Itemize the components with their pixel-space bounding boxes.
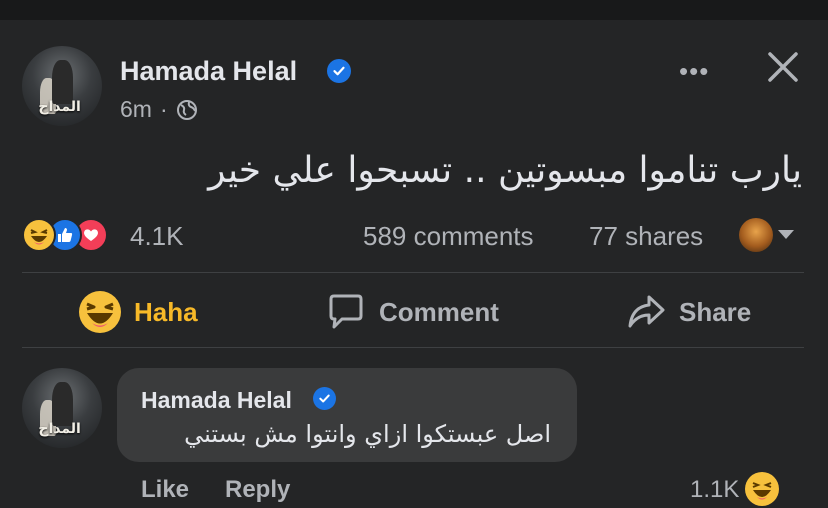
share-label: Share	[679, 296, 752, 327]
comment-text: اصل عبستكوا ازاي وانتوا مش بستني	[184, 420, 551, 448]
avatar-figure	[52, 60, 74, 105]
verified-badge-icon	[313, 387, 336, 410]
haha-button[interactable]: Haha	[78, 290, 198, 334]
comment-reply-button[interactable]: Reply	[225, 476, 290, 504]
comment-reaction-count[interactable]: 1.1K	[690, 476, 739, 504]
post-time[interactable]: 6m	[120, 96, 152, 123]
comment-author-name[interactable]: Hamada Helal	[141, 387, 292, 414]
comment-author-avatar[interactable]: المداح	[22, 368, 102, 448]
comment-bubble[interactable]: اصل عبستكوا ازاي وانتوا مش بستني	[117, 368, 577, 462]
shares-count[interactable]: 77 shares	[589, 221, 703, 252]
comment-label: Comment	[379, 296, 499, 327]
reaction-count[interactable]: 4.1K	[130, 221, 184, 252]
haha-label: Haha	[134, 296, 198, 327]
avatar-logo-text: المداح	[38, 98, 81, 115]
share-icon	[625, 291, 667, 333]
comment-like-button[interactable]: Like	[141, 476, 189, 504]
haha-icon	[22, 218, 56, 252]
avatar-logo-text: المداح	[38, 420, 81, 437]
comments-count[interactable]: 589 comments	[363, 221, 534, 252]
post-author-avatar[interactable]: المداح	[22, 46, 102, 126]
globe-icon	[176, 99, 198, 121]
comment-icon	[325, 291, 367, 333]
divider-top	[22, 272, 804, 273]
post-text: يارب تناموا مبسوتين .. تسبحوا علي خير	[208, 150, 802, 191]
post-meta: 6m ·	[120, 96, 198, 123]
haha-reaction-icon	[78, 290, 122, 334]
share-button[interactable]: Share	[625, 290, 751, 334]
avatar-figure	[52, 382, 74, 427]
top-bar	[0, 0, 828, 20]
caret-down-icon[interactable]	[778, 230, 794, 239]
post-author-name[interactable]: Hamada Helal	[120, 56, 297, 87]
verified-badge-icon	[327, 59, 351, 83]
more-options-icon[interactable]: •••	[679, 56, 709, 87]
meta-separator: ·	[159, 96, 168, 122]
comment-haha-icon	[745, 472, 779, 506]
close-icon[interactable]	[766, 50, 800, 84]
reaction-icons[interactable]	[22, 218, 108, 252]
sharer-avatar[interactable]	[739, 218, 773, 252]
divider-bottom	[22, 347, 804, 348]
comment-button[interactable]: Comment	[325, 290, 499, 334]
